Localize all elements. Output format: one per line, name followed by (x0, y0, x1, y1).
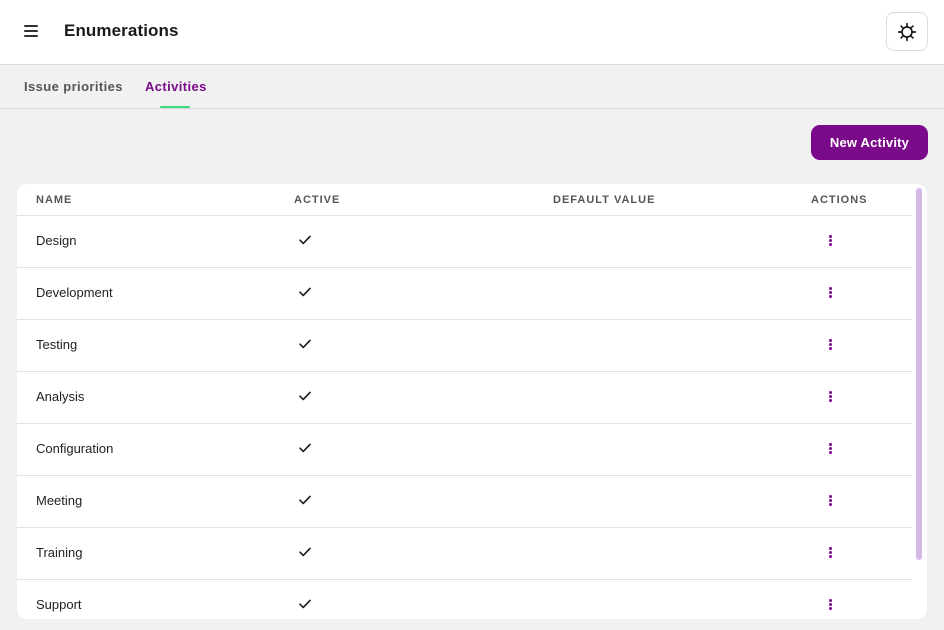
table-row[interactable]: Configuration (17, 424, 912, 476)
more-actions-icon[interactable] (824, 390, 836, 404)
more-actions-icon[interactable] (824, 494, 836, 508)
tab-bar: Issue priorities Activities (0, 65, 944, 109)
table-row[interactable]: Development (17, 268, 912, 320)
checkmark-icon (299, 391, 311, 401)
activity-name: Support (36, 597, 82, 612)
table-row[interactable]: Training (17, 528, 912, 580)
column-header-active[interactable]: ACTIVE (294, 194, 340, 206)
table-row[interactable]: Meeting (17, 476, 912, 528)
activity-name: Analysis (36, 389, 85, 404)
activity-name: Design (36, 233, 77, 248)
table-row[interactable]: Testing (17, 320, 912, 372)
gear-icon (897, 22, 917, 41)
more-actions-icon[interactable] (824, 338, 836, 352)
more-actions-icon[interactable] (824, 442, 836, 456)
active-tab-indicator (160, 106, 190, 108)
tab-activities[interactable]: Activities (145, 79, 207, 94)
checkmark-icon (299, 599, 311, 609)
hamburger-menu-icon[interactable] (24, 25, 38, 37)
more-actions-icon[interactable] (824, 286, 836, 300)
activities-table: NAME ACTIVE DEFAULT VALUE ACTIONS Design… (17, 184, 927, 619)
checkmark-icon (299, 287, 311, 297)
table-row[interactable]: Analysis (17, 372, 912, 424)
activity-name: Testing (36, 337, 78, 352)
table-header: NAME ACTIVE DEFAULT VALUE ACTIONS (17, 184, 912, 216)
tab-issue-priorities[interactable]: Issue priorities (24, 79, 123, 94)
column-header-name[interactable]: NAME (36, 194, 72, 206)
table-row[interactable]: Design (17, 216, 912, 268)
activity-name: Configuration (36, 441, 114, 456)
activity-name: Meeting (36, 493, 83, 508)
page-title: Enumerations (64, 21, 179, 40)
column-header-default-value[interactable]: DEFAULT VALUE (553, 194, 655, 206)
scrollbar-thumb[interactable] (916, 188, 922, 560)
activity-name: Training (36, 545, 83, 560)
checkmark-icon (299, 547, 311, 557)
checkmark-icon (299, 235, 311, 245)
more-actions-icon[interactable] (824, 598, 836, 612)
new-activity-button[interactable]: New Activity (811, 125, 928, 160)
more-actions-icon[interactable] (824, 546, 836, 560)
checkmark-icon (299, 339, 311, 349)
table-row[interactable]: Support (17, 580, 912, 619)
top-bar: Enumerations (0, 0, 944, 65)
more-actions-icon[interactable] (824, 234, 836, 248)
checkmark-icon (299, 495, 311, 505)
checkmark-icon (299, 443, 311, 453)
activity-name: Development (36, 285, 113, 300)
settings-button[interactable] (886, 12, 928, 51)
vertical-scrollbar[interactable] (916, 188, 924, 615)
column-header-actions: ACTIONS (811, 194, 868, 206)
